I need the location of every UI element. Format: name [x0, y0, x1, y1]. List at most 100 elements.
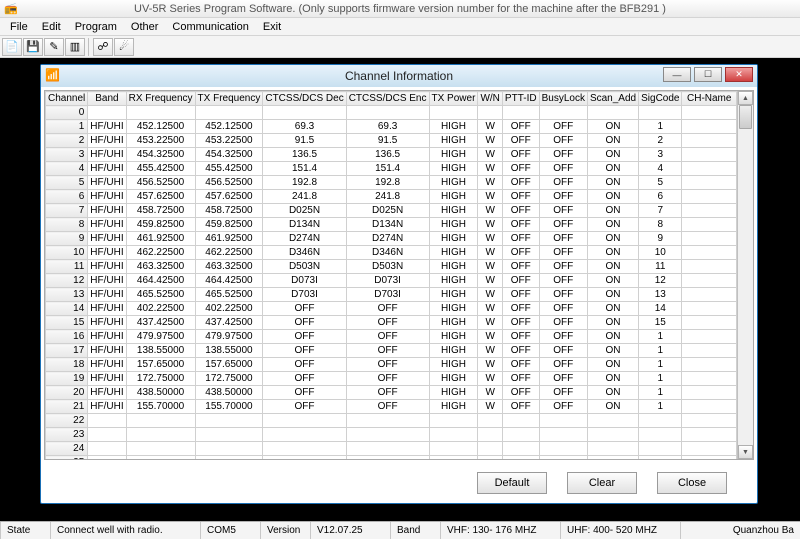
- cell[interactable]: [639, 442, 682, 456]
- col-header[interactable]: TX Power: [429, 92, 478, 106]
- row-header[interactable]: 4: [46, 162, 88, 176]
- cell[interactable]: OFF: [263, 358, 346, 372]
- cell[interactable]: OFF: [539, 218, 587, 232]
- cell[interactable]: HF/UHI: [88, 204, 126, 218]
- cell[interactable]: HIGH: [429, 260, 478, 274]
- cell[interactable]: [539, 428, 587, 442]
- cell[interactable]: [682, 260, 737, 274]
- cell[interactable]: 456.52500: [195, 176, 263, 190]
- cell[interactable]: W: [478, 120, 503, 134]
- cell[interactable]: 91.5: [346, 134, 429, 148]
- cell[interactable]: [682, 344, 737, 358]
- cell[interactable]: 69.3: [263, 120, 346, 134]
- cell[interactable]: 151.4: [263, 162, 346, 176]
- cell[interactable]: OFF: [539, 330, 587, 344]
- cell[interactable]: OFF: [539, 302, 587, 316]
- col-header[interactable]: CH-Name: [682, 92, 737, 106]
- cell[interactable]: OFF: [502, 316, 539, 330]
- cell[interactable]: [682, 190, 737, 204]
- cell[interactable]: OFF: [263, 316, 346, 330]
- table-row[interactable]: 3HF/UHI454.32500454.32500136.5136.5HIGHW…: [46, 148, 737, 162]
- cell[interactable]: ON: [587, 316, 638, 330]
- cell[interactable]: [682, 456, 737, 460]
- cell[interactable]: 454.32500: [126, 148, 195, 162]
- cell[interactable]: 2: [639, 134, 682, 148]
- cell[interactable]: 8: [639, 218, 682, 232]
- row-header[interactable]: 13: [46, 288, 88, 302]
- cell[interactable]: 5: [639, 176, 682, 190]
- cell[interactable]: [587, 442, 638, 456]
- cell[interactable]: [263, 442, 346, 456]
- cell[interactable]: 6: [639, 190, 682, 204]
- cell[interactable]: [346, 456, 429, 460]
- cell[interactable]: [126, 442, 195, 456]
- cell[interactable]: W: [478, 232, 503, 246]
- cell[interactable]: 4: [639, 162, 682, 176]
- cell[interactable]: HIGH: [429, 246, 478, 260]
- cell[interactable]: [195, 442, 263, 456]
- cell[interactable]: OFF: [502, 260, 539, 274]
- row-header[interactable]: 17: [46, 344, 88, 358]
- cell[interactable]: OFF: [346, 386, 429, 400]
- cell[interactable]: 459.82500: [126, 218, 195, 232]
- table-row[interactable]: 10HF/UHI462.22500462.22500D346ND346NHIGH…: [46, 246, 737, 260]
- cell[interactable]: 11: [639, 260, 682, 274]
- cell[interactable]: W: [478, 274, 503, 288]
- cell[interactable]: OFF: [263, 330, 346, 344]
- table-row[interactable]: 13HF/UHI465.52500465.52500D703ID703IHIGH…: [46, 288, 737, 302]
- minimize-button[interactable]: —: [663, 67, 691, 82]
- cell[interactable]: HIGH: [429, 302, 478, 316]
- cell[interactable]: OFF: [539, 162, 587, 176]
- cell[interactable]: W: [478, 246, 503, 260]
- cell[interactable]: HF/UHI: [88, 134, 126, 148]
- cell[interactable]: [429, 106, 478, 120]
- cell[interactable]: D703I: [263, 288, 346, 302]
- cell[interactable]: [478, 414, 503, 428]
- table-row[interactable]: 9HF/UHI461.92500461.92500D274ND274NHIGHW…: [46, 232, 737, 246]
- cell[interactable]: HF/UHI: [88, 246, 126, 260]
- row-header[interactable]: 12: [46, 274, 88, 288]
- cell[interactable]: D025N: [263, 204, 346, 218]
- cell[interactable]: 479.97500: [126, 330, 195, 344]
- cell[interactable]: [126, 428, 195, 442]
- cell[interactable]: [682, 372, 737, 386]
- cell[interactable]: OFF: [346, 344, 429, 358]
- cell[interactable]: [195, 414, 263, 428]
- cell[interactable]: [639, 414, 682, 428]
- cell[interactable]: [263, 428, 346, 442]
- cell[interactable]: D025N: [346, 204, 429, 218]
- cell[interactable]: [682, 400, 737, 414]
- cell[interactable]: 3: [639, 148, 682, 162]
- cell[interactable]: W: [478, 302, 503, 316]
- cell[interactable]: [682, 274, 737, 288]
- cell[interactable]: [478, 106, 503, 120]
- cell[interactable]: 462.22500: [126, 246, 195, 260]
- cell[interactable]: [346, 414, 429, 428]
- cell[interactable]: HF/UHI: [88, 176, 126, 190]
- cell[interactable]: [682, 204, 737, 218]
- col-header[interactable]: CTCSS/DCS Dec: [263, 92, 346, 106]
- cell[interactable]: HIGH: [429, 134, 478, 148]
- cell[interactable]: OFF: [263, 344, 346, 358]
- col-header[interactable]: Channel: [46, 92, 88, 106]
- child-title-bar[interactable]: 📶 Channel Information — ☐ ✕: [41, 65, 757, 87]
- table-row[interactable]: 14HF/UHI402.22500402.22500OFFOFFHIGHWOFF…: [46, 302, 737, 316]
- cell[interactable]: 461.92500: [126, 232, 195, 246]
- row-header[interactable]: 22: [46, 414, 88, 428]
- cell[interactable]: 155.70000: [195, 400, 263, 414]
- cell[interactable]: OFF: [502, 274, 539, 288]
- cell[interactable]: D073I: [263, 274, 346, 288]
- cell[interactable]: [429, 442, 478, 456]
- cell[interactable]: HIGH: [429, 400, 478, 414]
- cell[interactable]: 14: [639, 302, 682, 316]
- cell[interactable]: 463.32500: [126, 260, 195, 274]
- cell[interactable]: [502, 428, 539, 442]
- menu-file[interactable]: File: [4, 20, 34, 34]
- cell[interactable]: OFF: [346, 372, 429, 386]
- cell[interactable]: 1: [639, 120, 682, 134]
- col-header[interactable]: SigCode: [639, 92, 682, 106]
- table-row[interactable]: 24: [46, 442, 737, 456]
- channel-grid[interactable]: ChannelBandRX FrequencyTX FrequencyCTCSS…: [44, 90, 754, 460]
- table-row[interactable]: 20HF/UHI438.50000438.50000OFFOFFHIGHWOFF…: [46, 386, 737, 400]
- cell[interactable]: OFF: [502, 344, 539, 358]
